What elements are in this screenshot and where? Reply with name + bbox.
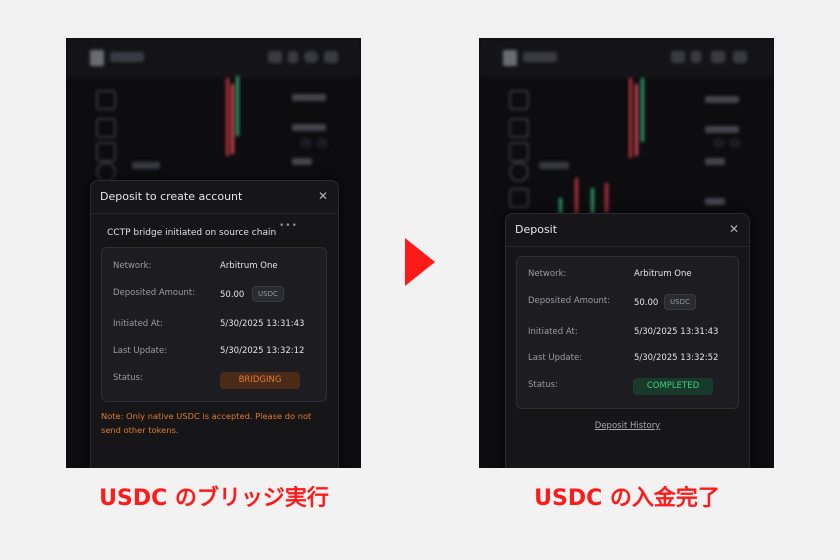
status-badge: BRIDGING	[220, 372, 300, 389]
price-tick	[292, 94, 326, 101]
app-logo-text	[110, 52, 144, 62]
price-tick	[705, 158, 725, 165]
price-tick	[292, 158, 312, 165]
candle	[559, 198, 562, 214]
loading-dots-icon: •••	[279, 221, 298, 231]
bg-chip	[316, 138, 328, 148]
bg-chip	[300, 138, 312, 148]
updated-label: Last Update:	[113, 346, 168, 356]
screenshot-bridging: Deposit to create account ✕ CCTP bridge …	[66, 38, 361, 468]
app-logo-text	[523, 52, 557, 62]
status-label: Status:	[528, 380, 558, 390]
sidebar-icon	[96, 162, 116, 182]
topbar-icon	[711, 51, 725, 63]
currency-badge: USDC	[252, 286, 284, 302]
sidebar-icon	[96, 142, 116, 162]
deposit-info-box: Network: Arbitrum One Deposited Amount: …	[516, 256, 739, 409]
candle	[635, 84, 638, 156]
sidebar-icon	[509, 118, 529, 138]
amount-value: 50.00	[634, 298, 659, 308]
candle	[641, 78, 644, 142]
sidebar-icon	[509, 90, 529, 110]
candle	[226, 78, 229, 156]
updated-value: 5/30/2025 13:32:12	[220, 346, 305, 356]
topbar-icon	[304, 51, 318, 63]
close-icon[interactable]: ✕	[727, 222, 741, 236]
sidebar-icon	[509, 142, 529, 162]
network-label: Network:	[528, 269, 567, 279]
initiated-value: 5/30/2025 13:31:43	[220, 319, 305, 329]
candle	[231, 84, 234, 154]
bg-chip	[729, 138, 741, 148]
modal-header: Deposit ✕	[506, 214, 749, 247]
updated-value: 5/30/2025 13:32:52	[634, 353, 719, 363]
topbar-icon	[733, 51, 747, 63]
topbar-icon	[691, 51, 701, 63]
network-value: Arbitrum One	[220, 261, 278, 271]
modal-title: Deposit to create account	[100, 190, 243, 203]
close-icon[interactable]: ✕	[316, 189, 330, 203]
sidebar-icon	[509, 162, 529, 182]
candle	[575, 178, 578, 214]
initiated-value: 5/30/2025 13:31:43	[634, 327, 719, 337]
amount-value: 50.00	[220, 290, 245, 300]
bridge-status-text: CCTP bridge initiated on source chain	[107, 228, 277, 238]
sidebar-icon	[509, 188, 529, 208]
app-logo	[90, 50, 104, 66]
network-value: Arbitrum One	[634, 269, 692, 279]
caption-bridging: USDC のブリッジ実行	[99, 486, 329, 511]
initiated-label: Initiated At:	[528, 327, 578, 337]
modal-header: Deposit to create account ✕	[91, 181, 338, 214]
deposit-info-box: Network: Arbitrum One Deposited Amount: …	[101, 247, 327, 402]
bg-label	[132, 162, 160, 169]
candle	[629, 78, 632, 158]
deposit-history-link[interactable]: Deposit History	[506, 421, 749, 431]
price-tick	[705, 198, 725, 205]
modal-title: Deposit	[515, 223, 558, 236]
candle	[591, 188, 594, 214]
caption-completed: USDC の入金完了	[534, 486, 720, 511]
amount-label: Deposited Amount:	[113, 288, 196, 298]
currency-badge: USDC	[664, 294, 696, 310]
screenshot-completed: Deposit ✕ Network: Arbitrum One Deposite…	[479, 38, 774, 468]
status-label: Status:	[113, 373, 143, 383]
topbar-icon	[671, 51, 685, 63]
deposit-modal: Deposit to create account ✕ CCTP bridge …	[90, 180, 339, 468]
deposit-modal: Deposit ✕ Network: Arbitrum One Deposite…	[505, 213, 750, 468]
arrow-right-icon	[405, 238, 435, 286]
updated-label: Last Update:	[528, 353, 583, 363]
candle	[605, 183, 608, 213]
topbar-icon	[268, 51, 282, 63]
app-logo	[503, 50, 517, 66]
bg-label	[539, 162, 569, 169]
bg-chip	[713, 138, 725, 148]
sidebar-icon	[96, 90, 116, 110]
initiated-label: Initiated At:	[113, 319, 163, 329]
price-tick	[292, 124, 326, 131]
status-badge: COMPLETED	[633, 378, 713, 395]
price-tick	[705, 126, 739, 133]
network-label: Network:	[113, 261, 152, 271]
amount-label: Deposited Amount:	[528, 296, 611, 306]
candle	[236, 76, 239, 136]
topbar-icon	[324, 51, 338, 63]
price-tick	[705, 96, 739, 103]
warning-note: Note: Only native USDC is accepted. Plea…	[101, 411, 312, 435]
topbar-icon	[288, 51, 298, 63]
sidebar-icon	[96, 118, 116, 138]
